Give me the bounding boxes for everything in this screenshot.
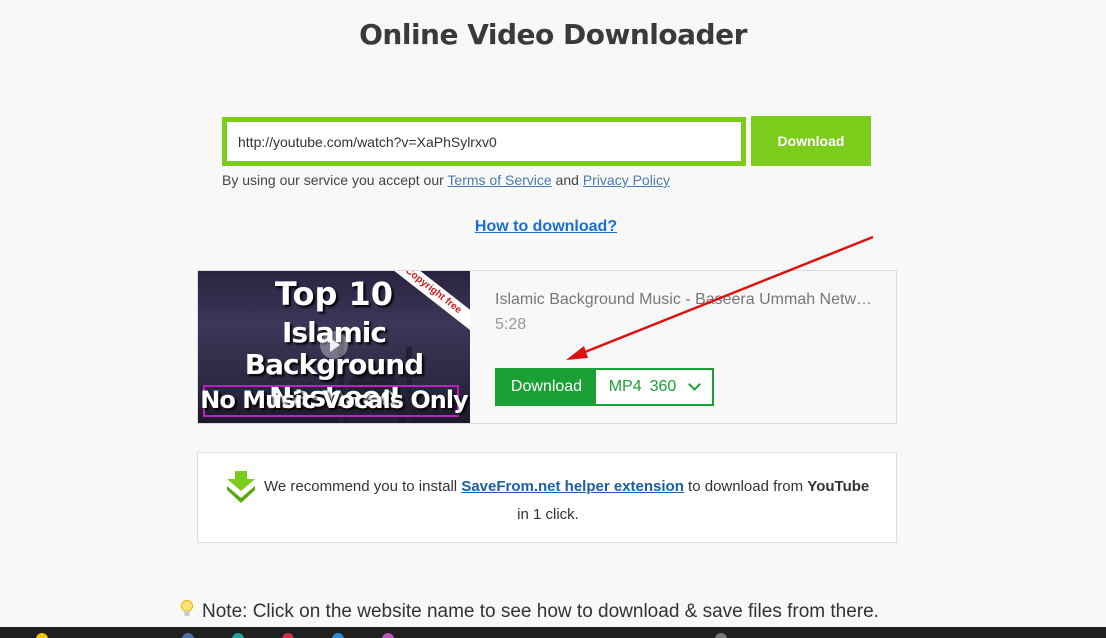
- video-download-button[interactable]: Download: [497, 370, 596, 404]
- how-to-download-link[interactable]: How to download?: [475, 218, 617, 235]
- thumbnail-text-line3: No Music Vocals Only: [200, 386, 468, 414]
- download-group: Download MP4 360: [495, 368, 714, 406]
- recommend-line2: in 1 click.: [517, 506, 579, 523]
- lightbulb-icon: [181, 600, 193, 616]
- taskbar-icon[interactable]: [36, 633, 48, 638]
- taskbar-icon[interactable]: [332, 633, 344, 638]
- format-type: MP4: [608, 378, 642, 395]
- thumbnail-text-line1: Top 10: [274, 275, 394, 313]
- taskbar-icon[interactable]: [715, 633, 727, 638]
- recommend-prefix: We recommend you to install: [264, 478, 462, 495]
- helper-extension-link[interactable]: SaveFrom.net helper extension: [461, 478, 684, 495]
- terms-notice: By using our service you accept our Term…: [222, 172, 670, 188]
- taskbar: [0, 627, 1106, 638]
- format-quality: 360: [649, 378, 677, 395]
- format-select[interactable]: MP4 360: [596, 370, 712, 404]
- video-result-card: Copyright free Top 10 Islamic Background…: [197, 270, 897, 424]
- taskbar-icon[interactable]: [182, 633, 194, 638]
- video-thumbnail[interactable]: Copyright free Top 10 Islamic Background…: [198, 271, 470, 423]
- taskbar-icon[interactable]: [232, 633, 244, 638]
- url-input[interactable]: [227, 122, 741, 161]
- video-title: Islamic Background Music - Baseera Ummah…: [495, 291, 875, 308]
- chevron-down-icon: [688, 378, 702, 391]
- recommend-middle: to download from: [683, 478, 808, 495]
- note-label: Note: Click on the website name to see h…: [202, 601, 879, 622]
- recommend-platform: YouTube: [807, 478, 870, 495]
- taskbar-icon[interactable]: [382, 633, 394, 638]
- play-icon: [320, 331, 348, 359]
- url-input-box[interactable]: [222, 117, 746, 166]
- taskbar-icon[interactable]: [282, 633, 294, 638]
- terms-of-service-link[interactable]: Terms of Service: [447, 172, 551, 188]
- privacy-policy-link[interactable]: Privacy Policy: [583, 172, 670, 188]
- terms-and: and: [551, 172, 583, 188]
- note-text: Note: Click on the website name to see h…: [180, 600, 879, 623]
- page-title: Online Video Downloader: [359, 18, 747, 51]
- recommend-panel: We recommend you to install SaveFrom.net…: [197, 452, 897, 543]
- terms-prefix: By using our service you accept our: [222, 172, 448, 188]
- how-to-download: How to download?: [0, 218, 1092, 236]
- video-duration: 5:28: [495, 316, 527, 333]
- recommend-text: We recommend you to install SaveFrom.net…: [264, 478, 869, 495]
- download-arrow-icon: [227, 471, 255, 503]
- download-button[interactable]: Download: [751, 116, 871, 166]
